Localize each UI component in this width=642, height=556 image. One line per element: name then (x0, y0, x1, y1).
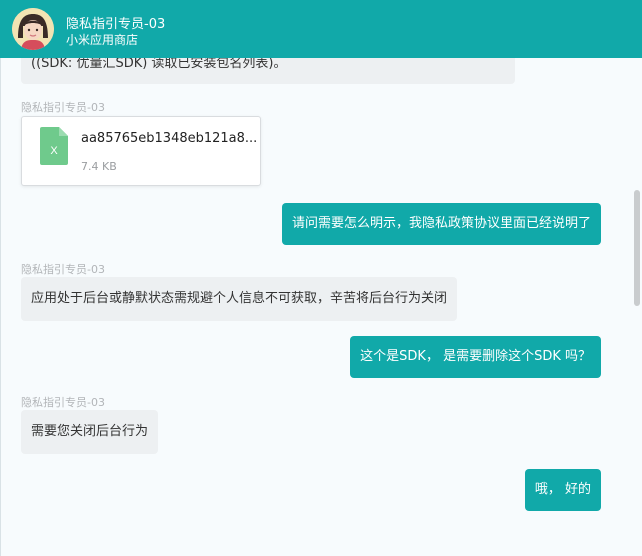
message-sent: 这个是SDK， 是需要删除这个SDK 吗？ (350, 336, 601, 378)
chat-title: 隐私指引专员-03 (66, 17, 166, 32)
scrollbar-thumb[interactable] (634, 190, 640, 306)
message-text: 应用处于后台或静默状态需规避个人信息不可获取，辛苦将后台行为关闭 (31, 291, 448, 306)
chat-header: 隐私指引专员-03 小米应用商店 (0, 0, 642, 58)
message-sent: 请问需要怎么明示，我隐私政策协议里面已经说明了 (281, 203, 601, 245)
file-size: 7.4 KB (81, 160, 117, 173)
file-icon-letter: X (50, 145, 58, 157)
message-text: 这个是SDK， 是需要删除这个SDK 吗？ (360, 349, 591, 364)
sender-name: 隐私指引专员-03 (21, 101, 105, 114)
sender-name: 隐私指引专员-03 (21, 396, 105, 409)
avatar[interactable] (12, 8, 54, 50)
excel-file-icon: X (40, 127, 68, 165)
file-attachment[interactable]: X aa85765eb1348eb121a8... 7.4 KB (21, 116, 261, 186)
female-avatar-icon (12, 8, 54, 50)
message-sent: 哦， 好的 (524, 469, 601, 511)
message-text: ((SDK: 优量汇SDK) 读取已安装包名列表)。 (31, 58, 287, 71)
chat-subtitle: 小米应用商店 (66, 33, 139, 47)
message-list[interactable]: ((SDK: 优量汇SDK) 读取已安装包名列表)。 隐私指引专员-03 X a… (0, 58, 630, 556)
message-text: 请问需要怎么明示，我隐私政策协议里面已经说明了 (291, 216, 591, 231)
message-received: ((SDK: 优量汇SDK) 读取已安装包名列表)。 (21, 58, 515, 84)
message-text: 需要您关闭后台行为 (31, 424, 149, 439)
message-text: 哦， 好的 (534, 482, 591, 497)
file-name[interactable]: aa85765eb1348eb121a8... (81, 131, 257, 146)
message-received: 应用处于后台或静默状态需规避个人信息不可获取，辛苦将后台行为关闭 (21, 277, 458, 321)
message-received: 需要您关闭后台行为 (21, 410, 159, 454)
sender-name: 隐私指引专员-03 (21, 263, 105, 276)
